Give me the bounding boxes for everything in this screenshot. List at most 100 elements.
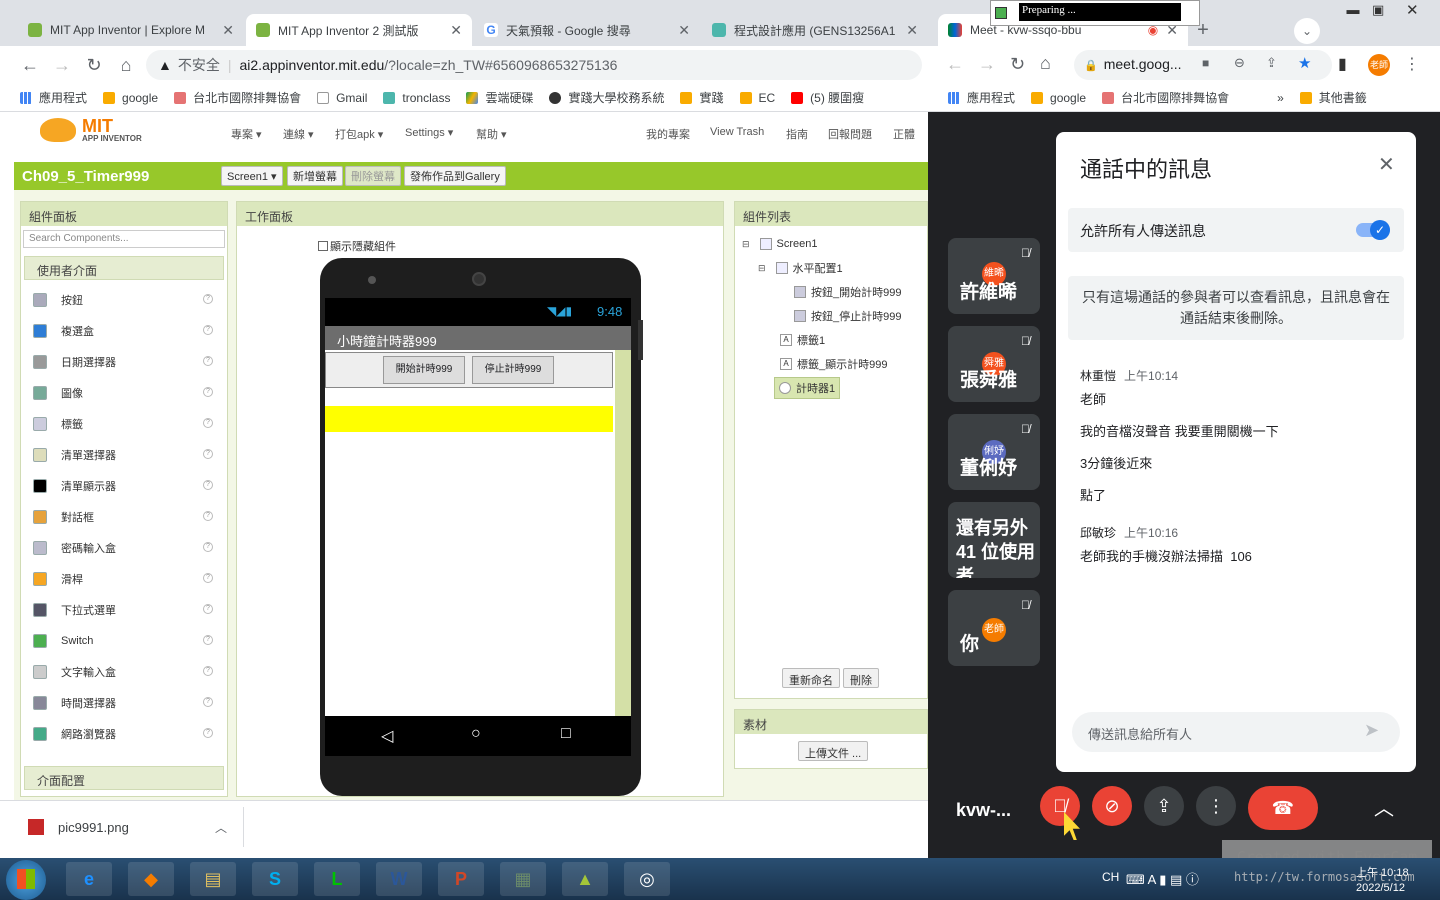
menu-language[interactable]: 正體 [893,126,915,142]
close-icon[interactable]: ✕ [222,22,234,39]
side-panel-icon[interactable]: ▮ [1338,54,1347,74]
tree-horizontal-arrangement[interactable]: ⊟ 水平配置1 [742,256,928,280]
close-icon[interactable]: ✕ [450,22,462,39]
menu-build[interactable]: 打包apk ▾ [335,126,383,142]
bookmark-google[interactable]: google [1031,91,1086,105]
help-icon[interactable]: ? [203,356,213,366]
android-emulator-icon[interactable]: ▦ [500,862,546,896]
menu-my-projects[interactable]: 我的專案 [646,126,690,142]
more-options-button[interactable]: ⋮ [1196,786,1236,826]
mic-toggle-button[interactable]: 🎙̸ [1040,786,1080,826]
forward-icon[interactable]: → [978,54,996,75]
participant-tile[interactable]: 🎙̸ 俐妤 董俐妤 [948,414,1040,490]
close-icon[interactable]: ✕ [906,22,918,39]
tree-display-label[interactable]: A 標籤_顯示計時999 [742,352,928,376]
explorer-icon[interactable]: ▤ [190,862,236,896]
publish-gallery-button[interactable]: 發佈作品到Gallery [404,166,506,186]
help-icon[interactable]: ? [203,325,213,335]
palette-item[interactable]: 文字輸入盒? [21,656,227,687]
profile-avatar[interactable]: 老師 [1368,54,1390,76]
bookmark-drive[interactable]: 雲端硬碟 [466,89,533,106]
chat-input[interactable]: 傳送訊息給所有人 ➤ [1072,712,1400,752]
show-hidden-checkbox[interactable]: 顯示隱藏組件 [318,238,396,254]
category-layout[interactable]: 介面配置 [24,766,224,790]
input-language[interactable]: CH [1102,870,1119,884]
help-icon[interactable]: ? [203,387,213,397]
back-icon[interactable]: ← [946,54,964,75]
bookmark-ec[interactable]: EC [739,91,775,105]
camera-icon[interactable]: ■ [1202,56,1209,70]
palette-item[interactable]: 下拉式選單? [21,594,227,625]
help-icon[interactable]: ? [203,511,213,521]
help-icon[interactable]: ? [203,728,213,738]
more-participants-tile[interactable]: 還有另外 41 位使用者 [948,502,1040,578]
stop-timer-button[interactable]: 停止計時999 [472,356,554,384]
tab-course[interactable]: 程式設計應用 (GENS13256A1 ✕ [702,14,928,46]
address-bar[interactable]: ▲ 不安全 | ai2.appinventor.mit.edu/?locale=… [146,50,922,80]
bookmark-apps[interactable]: 應用程式 [20,89,87,106]
palette-item[interactable]: 清單顯示器? [21,470,227,501]
bookmark-other[interactable]: 其他書籤 [1299,89,1367,106]
bookmark-overflow[interactable]: » [1277,91,1284,105]
palette-item[interactable]: 網路瀏覽器? [21,718,227,749]
chrome-icon[interactable]: ◎ [624,862,670,896]
category-user-interface[interactable]: 使用者介面 [24,256,224,280]
help-icon[interactable]: ? [203,604,213,614]
menu-project[interactable]: 專案 ▾ [231,126,262,142]
bookmark-tronclass[interactable]: tronclass [383,91,450,105]
start-button[interactable] [6,860,46,900]
tree-timer1[interactable]: 計時器1 [742,376,928,400]
tree-stop-button[interactable]: 按鈕_停止計時999 [742,304,928,328]
tab-search-icon[interactable]: ⌄ [1294,18,1320,44]
palette-item[interactable]: 圖像? [21,377,227,408]
help-icon[interactable]: ? [203,635,213,645]
star-icon[interactable]: ★ [1298,54,1311,72]
send-icon[interactable]: ➤ [1364,720,1379,741]
horizontal-arrangement[interactable] [325,352,613,388]
menu-guide[interactable]: 指南 [786,126,808,142]
palette-item[interactable]: 時間選擇器? [21,687,227,718]
menu-report[interactable]: 回報問題 [828,126,872,142]
tree-label1[interactable]: A 標籤1 [742,328,928,352]
share-icon[interactable]: ⇪ [1266,55,1277,71]
download-item[interactable]: pic9991.png ︿ [8,807,244,847]
component-search-input[interactable]: Search Components... [23,230,225,248]
timer-display-label[interactable] [325,406,613,432]
tree-start-button[interactable]: 按鈕_開始計時999 [742,280,928,304]
more-menu-icon[interactable]: ⋮ [1404,54,1420,74]
back-icon[interactable]: ← [14,55,46,76]
skype-icon[interactable]: S [252,862,298,896]
bookmark-google[interactable]: google [103,91,158,105]
palette-item[interactable]: 清單選擇器? [21,439,227,470]
rename-button[interactable]: 重新命名 [782,668,840,688]
mit-app-inventor-logo[interactable]: MIT APP INVENTOR [40,116,160,148]
meet-address-bar[interactable]: 🔒 meet.goog... ■ ⊖ ⇪ ★ [1074,50,1332,80]
self-tile[interactable]: 🎙̸ 老師 你 [948,590,1040,666]
help-icon[interactable]: ? [203,573,213,583]
palette-item[interactable]: Switch? [21,625,227,656]
bookmark-gmail[interactable]: Gmail [317,91,367,105]
participant-tile[interactable]: 🎙̸ 維晞 許維晞 [948,238,1040,314]
palette-item[interactable]: 對話框? [21,501,227,532]
help-icon[interactable]: ? [203,418,213,428]
android-icon[interactable]: ▲ [562,862,608,896]
allow-messages-toggle[interactable]: ✓ [1356,220,1390,240]
menu-view-trash[interactable]: View Trash [710,126,764,138]
help-icon[interactable]: ? [203,294,213,304]
bookmark-shijian[interactable]: 實踐 [680,89,724,106]
bookmark-dance[interactable]: 台北市國際排舞協會 [174,89,301,106]
chevron-up-icon[interactable]: ︿ [1364,786,1404,826]
ie-icon[interactable]: e [66,862,112,896]
close-icon[interactable]: ✕ [678,22,690,39]
tab-google-weather[interactable]: G 天氣預報 - Google 搜尋 ✕ [474,14,700,46]
bookmark-dance[interactable]: 台北市國際排舞協會 [1102,89,1229,106]
help-icon[interactable]: ? [203,697,213,707]
minimize-icon[interactable]: ▬ [1336,2,1370,17]
tab-ai2-beta[interactable]: MIT App Inventor 2 測試版 ✕ [246,14,472,46]
home-icon[interactable]: ⌂ [110,55,142,76]
forward-icon[interactable]: → [46,55,78,76]
reload-icon[interactable]: ↻ [1010,54,1025,75]
word-icon[interactable]: W [376,862,422,896]
menu-settings[interactable]: Settings ▾ [405,126,453,139]
tree-screen1[interactable]: ⊟ Screen1 [742,232,928,256]
